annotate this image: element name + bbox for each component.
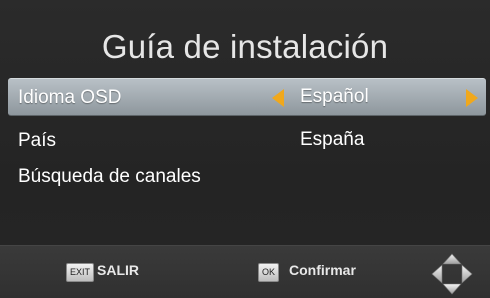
- installation-guide-screen: Guía de instalación Idioma OSD Español P…: [0, 0, 490, 298]
- menu-item-pais[interactable]: País España: [8, 122, 486, 158]
- footer-bar: EXIT SALIR OK Confirmar: [0, 245, 490, 298]
- exit-label: SALIR: [97, 262, 139, 278]
- arrow-left-icon[interactable]: [272, 89, 284, 107]
- ok-key-icon[interactable]: OK: [258, 263, 280, 282]
- exit-key-icon[interactable]: EXIT: [66, 263, 95, 282]
- page-title: Guía de instalación: [101, 28, 389, 65]
- menu-item-idioma-osd[interactable]: Idioma OSD Español: [8, 78, 486, 116]
- menu-item-value: España: [300, 129, 365, 150]
- menu-item-label: Búsqueda de canales: [18, 166, 201, 187]
- menu-item-busqueda-canales[interactable]: Búsqueda de canales: [8, 158, 486, 194]
- arrow-right-icon[interactable]: [466, 89, 478, 107]
- menu-item-label: País: [18, 130, 57, 151]
- confirm-label: Confirmar: [289, 262, 356, 278]
- menu-item-label: Idioma OSD: [18, 87, 122, 108]
- menu-item-value: Español: [300, 86, 369, 107]
- dpad-arrows-icon: [431, 253, 473, 295]
